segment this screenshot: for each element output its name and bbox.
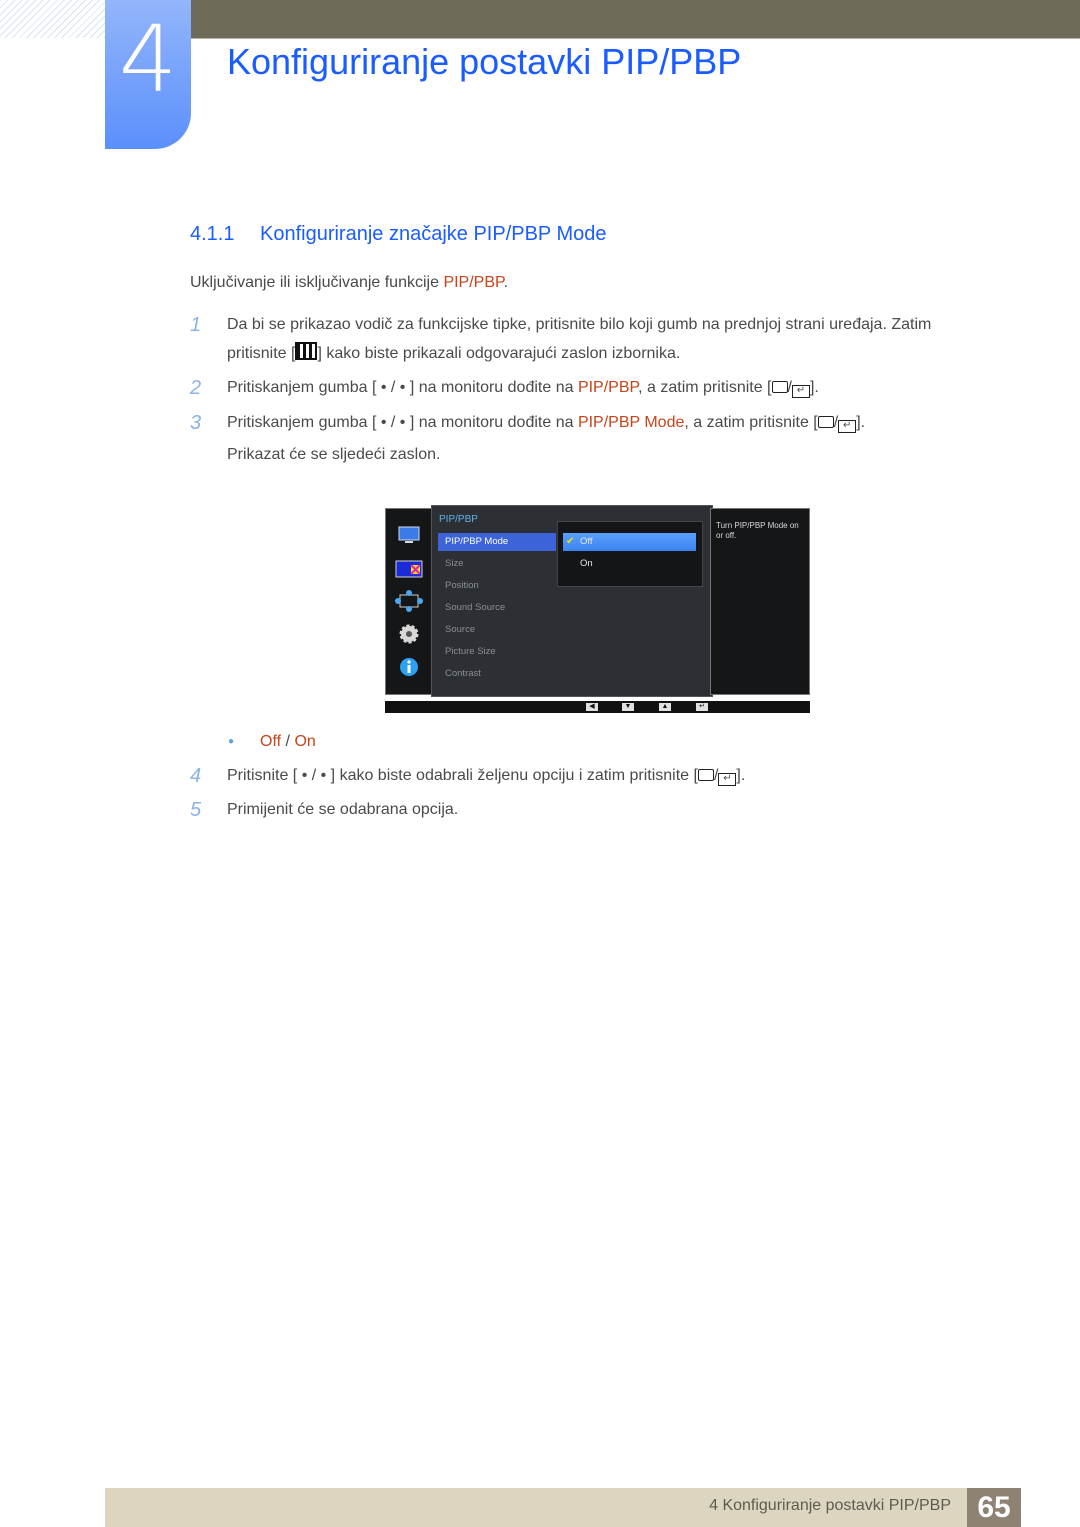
source-button-icon	[817, 416, 834, 428]
step-text: pritisnite [	[227, 345, 296, 362]
step-number: 5	[190, 799, 202, 821]
osd-menu-panel: PIP/PBP PIP/PBP Mode Size Position Sound…	[431, 505, 713, 697]
intro-end: .	[503, 274, 509, 291]
option-label: Off	[580, 536, 593, 547]
osd-item-picture-size[interactable]: Picture Size	[438, 643, 556, 661]
step-highlight: PIP/PBP Mode	[577, 414, 685, 431]
osd-option-off[interactable]: ✔ Off	[563, 533, 696, 551]
osd-item-contrast[interactable]: Contrast	[438, 665, 556, 683]
chapter-title: Konfiguriranje postavki PIP/PBP	[227, 41, 742, 82]
options-bullet: ● Off / On	[228, 731, 316, 753]
step-text: ] kako biste prikazali odgovarajući zasl…	[317, 345, 681, 362]
chapter-number: 4	[118, 6, 178, 113]
intro-highlight: PIP/PBP	[443, 274, 504, 291]
osd-help-text: Turn PIP/PBP Mode on or off.	[716, 521, 799, 540]
option-off-label: Off	[260, 733, 282, 750]
step-text: Da bi se prikazao vodič za funkcijske ti…	[227, 316, 932, 333]
step-text: ].	[856, 414, 866, 431]
osd-option-on[interactable]: On	[563, 555, 696, 573]
step-1: 1 Da bi se prikazao vodič za funkcijske …	[190, 314, 1020, 364]
step-number: 4	[190, 765, 202, 787]
checkmark-icon: ✔	[566, 536, 575, 547]
section-title: 4.1.1 Konfiguriranje značajke PIP/PBP Mod…	[190, 221, 607, 247]
osd-help-panel: Turn PIP/PBP Mode on or off.	[710, 508, 810, 695]
page-footer: 4 Konfiguriranje postavki PIP/PBP 65	[105, 1488, 1021, 1527]
monitor-osd-screenshot: PIP/PBP PIP/PBP Mode Size Position Sound…	[385, 505, 810, 715]
source-button-icon	[697, 769, 714, 781]
intro-paragraph: Uključivanje ili isključivanje funkcije …	[190, 272, 508, 294]
step-highlight: PIP/PBP	[577, 379, 639, 396]
source-button-icon	[771, 381, 788, 393]
osd-item-size[interactable]: Size	[438, 555, 556, 573]
step-number: 3	[190, 412, 202, 434]
page-number: 65	[967, 1488, 1021, 1527]
osd-item-pip-pbp-mode[interactable]: PIP/PBP Mode	[438, 533, 556, 551]
step-text: Primijenit će se odabrana opcija.	[227, 801, 459, 818]
down-key-icon: ▼	[622, 703, 634, 711]
step-text: Pritiskanjem gumba [ • / • ] na monitoru…	[227, 379, 578, 396]
enter-button-icon: ↵	[718, 773, 737, 786]
gear-icon	[394, 622, 424, 646]
monitor-icon	[394, 525, 424, 549]
section-number: 4.1.1	[190, 223, 235, 245]
osd-item-sound-source[interactable]: Sound Source	[438, 599, 556, 617]
enter-button-icon: ↵	[838, 420, 857, 433]
info-icon	[394, 655, 424, 679]
option-separator: /	[281, 733, 295, 750]
osd-key-guide: ◀ ▼ ▲ ↵	[385, 701, 810, 713]
intro-text: Uključivanje ili isključivanje funkcije	[190, 274, 444, 291]
osd-options-dropdown: ✔ Off On	[557, 521, 703, 587]
step-text: ].	[809, 379, 819, 396]
step-number: 1	[190, 314, 202, 336]
step-text: Pritisnite [ • / • ] kako biste odabrali…	[227, 767, 698, 784]
footer-chapter-title: 4 Konfiguriranje postavki PIP/PBP	[709, 1497, 951, 1514]
step-number: 2	[190, 377, 202, 399]
menu-button-icon	[295, 342, 318, 360]
step-3: 3 Pritiskanjem gumba [ • / • ] na monito…	[190, 412, 1020, 472]
chapter-badge: 4	[105, 0, 191, 149]
osd-menu-title: PIP/PBP	[439, 514, 478, 525]
up-key-icon: ▲	[659, 703, 671, 711]
step-text: Pritiskanjem gumba [ • / • ] na monitoru…	[227, 414, 578, 431]
step-text: , a zatim pritisnite [	[638, 379, 772, 396]
section-heading: Konfiguriranje značajke PIP/PBP Mode	[260, 223, 607, 245]
osd-item-position[interactable]: Position	[438, 577, 556, 595]
step-text: ].	[736, 767, 746, 784]
left-key-icon: ◀	[586, 703, 598, 711]
osd-item-source[interactable]: Source	[438, 621, 556, 639]
enter-key-icon: ↵	[696, 703, 708, 711]
decorative-hatch	[0, 0, 105, 38]
bullet-icon: ●	[228, 736, 235, 747]
pip-icon	[394, 558, 424, 582]
step-text: , a zatim pritisnite [	[684, 414, 818, 431]
osd-sidebar	[385, 508, 433, 695]
enter-button-icon: ↵	[791, 385, 810, 398]
header-bar	[190, 0, 1080, 39]
position-arrows-icon	[394, 589, 424, 613]
option-on-label: On	[294, 733, 316, 750]
step-note: Prikazat će se sljedeći zaslon.	[227, 446, 441, 463]
